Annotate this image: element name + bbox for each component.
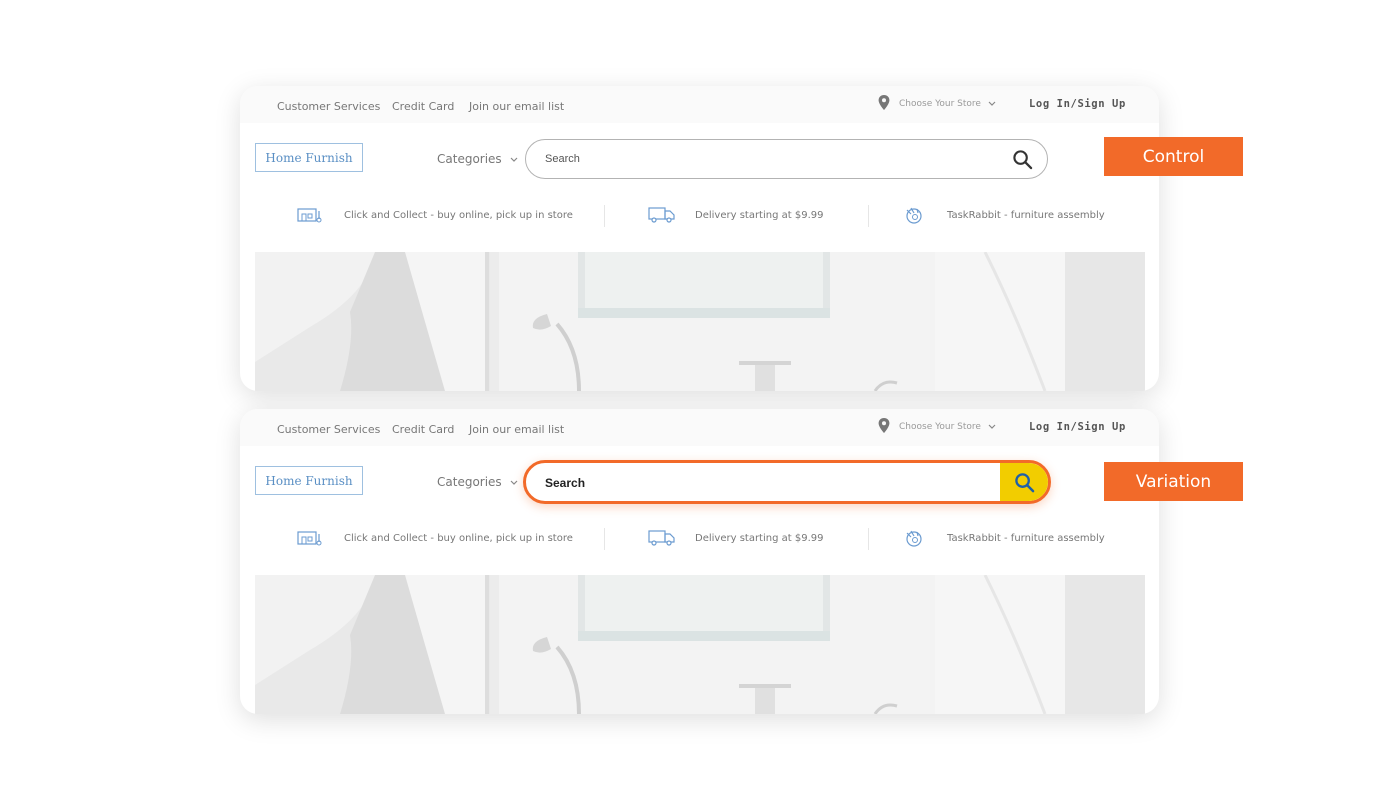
room-illustration (255, 575, 1145, 714)
login-signup-link[interactable]: Log In/Sign Up (1029, 98, 1126, 110)
search-bar-variation[interactable]: Search (523, 460, 1051, 504)
divider (604, 528, 605, 550)
control-label: Control (1104, 137, 1243, 176)
perks-bar: Click and Collect - buy online, pick up … (240, 514, 1159, 564)
taskrabbit-icon (906, 207, 922, 224)
categories-label: Categories (437, 475, 502, 489)
chevron-down-icon (988, 424, 996, 429)
utility-bar: Customer Services Credit Card Join our e… (240, 409, 1159, 446)
categories-menu[interactable]: Categories (437, 152, 518, 166)
store-icon (297, 531, 322, 546)
customer-services-link[interactable]: Customer Services (277, 100, 380, 113)
customer-services-link[interactable]: Customer Services (277, 423, 380, 436)
truck-icon (648, 207, 675, 223)
categories-label: Categories (437, 152, 502, 166)
perk-text: Delivery starting at $9.99 (695, 210, 824, 221)
chevron-down-icon (510, 157, 517, 162)
divider (868, 205, 869, 227)
hero-image (255, 252, 1145, 391)
perks-bar: Click and Collect - buy online, pick up … (240, 191, 1159, 241)
taskrabbit-icon (906, 530, 922, 547)
chevron-down-icon (988, 101, 996, 106)
chevron-down-icon (510, 480, 517, 485)
search-input[interactable]: Search (545, 153, 580, 165)
perk-text: Click and Collect - buy online, pick up … (344, 533, 573, 544)
email-list-link[interactable]: Join our email list (469, 100, 564, 113)
perk-text: Delivery starting at $9.99 (695, 533, 824, 544)
control-screenshot: Customer Services Credit Card Join our e… (240, 86, 1159, 391)
email-list-link[interactable]: Join our email list (469, 423, 564, 436)
search-input[interactable]: Search (545, 476, 585, 490)
divider (604, 205, 605, 227)
search-icon[interactable] (1012, 149, 1033, 170)
location-pin-icon (878, 95, 890, 110)
home-furnish-logo[interactable]: Home Furnish (255, 143, 363, 172)
perk-text: TaskRabbit - furniture assembly (947, 533, 1105, 544)
utility-bar: Customer Services Credit Card Join our e… (240, 86, 1159, 123)
home-furnish-logo[interactable]: Home Furnish (255, 466, 363, 495)
location-pin-icon (878, 418, 890, 433)
search-icon (1014, 472, 1034, 492)
search-button[interactable] (1000, 463, 1048, 501)
variation-screenshot: Customer Services Credit Card Join our e… (240, 409, 1159, 714)
perk-text: Click and Collect - buy online, pick up … (344, 210, 573, 221)
hero-image (255, 575, 1145, 714)
store-icon (297, 208, 322, 223)
credit-card-link[interactable]: Credit Card (392, 100, 454, 113)
perk-text: TaskRabbit - furniture assembly (947, 210, 1105, 221)
credit-card-link[interactable]: Credit Card (392, 423, 454, 436)
room-illustration (255, 252, 1145, 391)
choose-store-link[interactable]: Choose Your Store (899, 99, 981, 109)
truck-icon (648, 530, 675, 546)
search-bar-control[interactable]: Search (525, 139, 1048, 179)
variation-label: Variation (1104, 462, 1243, 501)
divider (868, 528, 869, 550)
choose-store-link[interactable]: Choose Your Store (899, 422, 981, 432)
categories-menu[interactable]: Categories (437, 475, 518, 489)
login-signup-link[interactable]: Log In/Sign Up (1029, 421, 1126, 433)
